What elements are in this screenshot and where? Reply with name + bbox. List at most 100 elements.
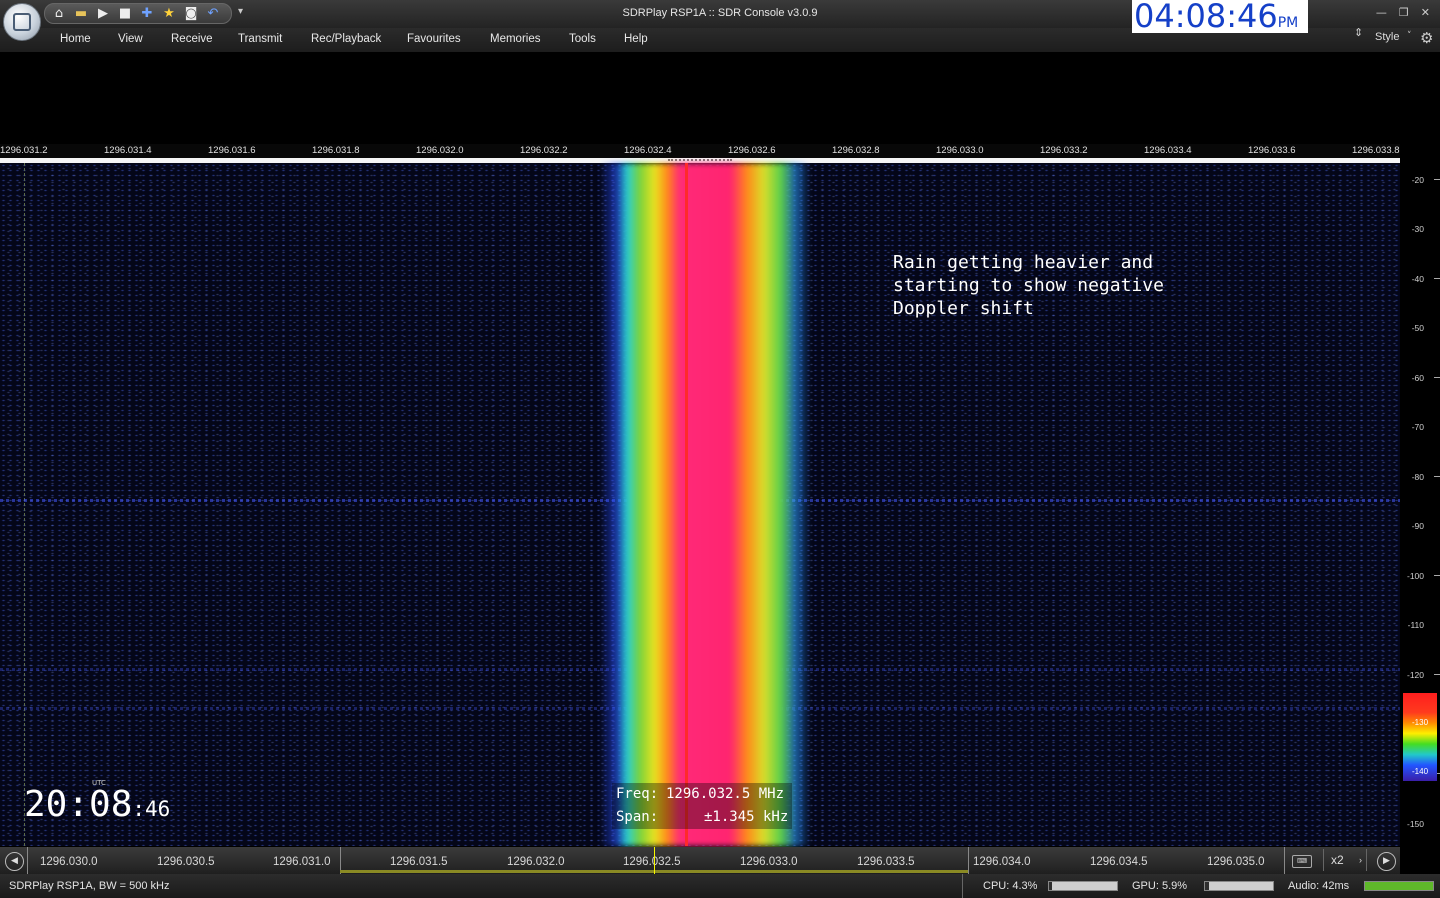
top-scale-label: 1296.032.6 — [728, 145, 776, 156]
db-label: -100 — [1406, 571, 1424, 581]
audio-meter-fill — [1365, 882, 1433, 890]
restore-icon[interactable]: ❐ — [1399, 6, 1409, 19]
bottom-scale-label: 1296.031.0 — [273, 856, 331, 868]
freq-value: 1296.032.5 MHz — [666, 786, 785, 802]
scale-separator — [27, 847, 28, 874]
updown-arrows-icon[interactable]: ⇕ — [1354, 27, 1363, 38]
zoom-arrow-icon: › — [1359, 855, 1362, 865]
annotation-text: Rain getting heavier and starting to sho… — [893, 252, 1164, 319]
menu-rec-playback[interactable]: Rec/Playback — [311, 33, 381, 45]
db-label: -150 — [1406, 819, 1424, 829]
db-label: -40 — [1411, 274, 1424, 284]
colour-range-bottom-label: -140 — [1412, 767, 1429, 776]
style-dropdown-chevron-icon[interactable]: ˅ — [1407, 31, 1412, 41]
menu-help[interactable]: Help — [624, 33, 648, 45]
bottom-scale-label: 1296.033.0 — [740, 856, 798, 868]
signal-trace — [600, 163, 810, 846]
db-label: -120 — [1406, 670, 1424, 680]
menu-tools[interactable]: Tools — [569, 33, 596, 45]
application-orb-button[interactable] — [3, 3, 41, 41]
db-tick — [1434, 575, 1440, 576]
status-divider — [962, 874, 963, 898]
zoom-select[interactable]: x2 › — [1323, 849, 1367, 871]
top-scale-label: 1296.031.4 — [104, 145, 152, 156]
db-label: -90 — [1411, 521, 1424, 531]
window-controls: — ❐ ✕ — [1376, 6, 1430, 19]
bottom-scale-label: 1296.032.0 — [507, 856, 565, 868]
db-label: -20 — [1411, 175, 1424, 185]
bottom-scale-label: 1296.034.5 — [1090, 856, 1148, 868]
gpu-usage: GPU: 5.9% — [1132, 880, 1188, 892]
cpu-meter-fill — [1049, 882, 1052, 890]
bottom-scale-label: 1296.030.5 — [157, 856, 215, 868]
gpu-meter — [1204, 881, 1274, 891]
top-scale-label: 1296.033.2 — [1040, 145, 1088, 156]
top-scale-label: 1296.032.4 — [624, 145, 672, 156]
menu-favourites[interactable]: Favourites — [407, 33, 461, 45]
carrier-line — [685, 163, 688, 846]
db-label: -30 — [1411, 224, 1424, 234]
db-tick — [1434, 278, 1440, 279]
top-scale-label: 1296.032.8 — [832, 145, 880, 156]
bottom-scale-label: 1296.031.5 — [390, 856, 448, 868]
close-icon[interactable]: ✕ — [1421, 6, 1430, 19]
scale-separator — [1284, 847, 1285, 874]
audio-meter — [1364, 881, 1434, 891]
top-scale-label: 1296.033.0 — [936, 145, 984, 156]
gpu-meter-fill — [1205, 882, 1209, 890]
top-scale-label: 1296.033.6 — [1248, 145, 1296, 156]
colour-range-top-label: -130 — [1412, 718, 1429, 727]
audio-latency: Audio: 42ms — [1288, 880, 1350, 892]
db-tick — [1434, 377, 1440, 378]
bottom-scale-label: 1296.032.5 — [623, 856, 681, 868]
utc-seconds: :46 — [132, 797, 171, 821]
bottom-scale-label: 1296.035.0 — [1207, 856, 1265, 868]
top-frequency-scale[interactable]: 1296.031.2 1296.031.4 1296.031.6 1296.03… — [0, 144, 1400, 158]
minimize-icon[interactable]: — — [1376, 6, 1387, 19]
zoom-value: x2 — [1331, 853, 1344, 867]
scale-separator — [968, 847, 969, 874]
top-scale-label: 1296.032.2 — [520, 145, 568, 156]
reference-marker-line — [24, 163, 25, 846]
frequency-info-box: Freq: 1296.032.5 MHz Span: ±1.345 kHz — [612, 783, 793, 829]
local-clock: 04:08:46PM — [1132, 0, 1308, 33]
style-menu[interactable]: Style — [1375, 31, 1399, 43]
keyboard-icon[interactable]: ⌨ — [1292, 855, 1312, 868]
status-bar: SDRPlay RSP1A, BW = 500 kHz CPU: 4.3% GP… — [0, 874, 1440, 898]
cpu-meter — [1048, 881, 1118, 891]
span-label: Span: — [616, 809, 659, 825]
local-clock-time: 04:08:46 — [1134, 0, 1278, 35]
app-logo-icon — [13, 13, 31, 31]
bottom-scale-label: 1296.030.0 — [40, 856, 98, 868]
db-tick — [1434, 674, 1440, 675]
db-tick — [1434, 179, 1440, 180]
menu-view[interactable]: View — [118, 33, 143, 45]
cpu-usage: CPU: 4.3% — [983, 880, 1038, 892]
settings-gear-icon[interactable]: ⚙ — [1420, 29, 1433, 47]
menu-transmit[interactable]: Transmit — [238, 33, 282, 45]
scroll-left-button[interactable]: ◀ — [5, 852, 24, 871]
db-label: -80 — [1411, 472, 1424, 482]
menu-memories[interactable]: Memories — [490, 33, 540, 45]
colour-range-bar[interactable]: -130 -140 — [1403, 693, 1437, 781]
menu-home[interactable]: Home — [60, 33, 91, 45]
top-scale-label: 1296.033.4 — [1144, 145, 1192, 156]
top-scale-label: 1296.033.8 — [1352, 145, 1400, 156]
utc-clock: 20:08:46 — [24, 785, 170, 829]
db-label: -60 — [1411, 373, 1424, 383]
bandwidth-marker[interactable] — [668, 159, 732, 161]
menu-receive[interactable]: Receive — [171, 33, 213, 45]
top-scale-label: 1296.031.8 — [312, 145, 360, 156]
db-label: -70 — [1411, 422, 1424, 432]
device-status: SDRPlay RSP1A, BW = 500 kHz — [9, 880, 170, 892]
bottom-scale-label: 1296.034.0 — [973, 856, 1031, 868]
local-clock-ampm: PM — [1277, 15, 1299, 31]
scroll-right-button[interactable]: ▶ — [1377, 852, 1396, 871]
tuned-frequency-marker[interactable] — [654, 847, 655, 874]
db-tick — [1434, 476, 1440, 477]
utc-hours-minutes: 20:08 — [24, 784, 133, 825]
top-scale-label: 1296.031.6 — [208, 145, 256, 156]
db-label: -50 — [1411, 323, 1424, 333]
waterfall-display[interactable] — [0, 163, 1400, 846]
span-value: ±1.345 kHz — [704, 809, 789, 825]
